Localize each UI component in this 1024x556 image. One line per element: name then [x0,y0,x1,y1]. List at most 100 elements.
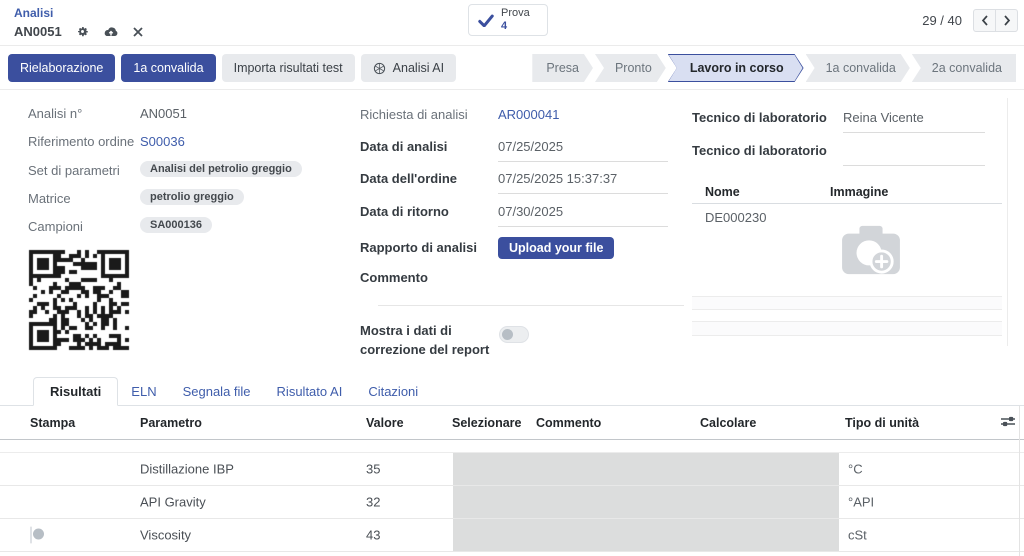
devices-name-header: Nome [705,185,740,199]
devices-empty-row [692,296,1002,310]
tab-eln[interactable]: ELN [118,377,169,405]
status-step-pronto[interactable]: Pronto [595,54,666,82]
value-cell[interactable]: 35 [366,462,380,477]
field-order-date: Data dell'ordine 07/25/2025 15:37:37 [360,171,668,194]
analysis-date-label: Data di analisi [360,139,498,154]
optional-columns-icon[interactable] [1000,414,1016,431]
device-name-cell: DE000230 [705,210,766,225]
table-spacer-row [0,440,1024,453]
header-commento[interactable]: Commento [536,416,601,430]
status-step-1a-convalida[interactable]: 1a convalida [806,54,910,82]
header-tipo-di-unita[interactable]: Tipo di unità [845,416,919,430]
first-validation-button[interactable]: 1a convalida [121,54,215,82]
value-cell[interactable]: 32 [366,495,380,510]
analysis-no-value: AN0051 [140,106,187,121]
field-analysis-request: Richiesta di analisi AR000041 [360,107,559,122]
qr-code [27,248,131,352]
field-analysis-report: Rapporto di analisi Upload your file [360,237,614,259]
analysis-request-link[interactable]: AR000041 [498,107,559,122]
camera-plus-icon[interactable] [840,222,902,281]
upload-file-button[interactable]: Upload your file [498,237,614,259]
field-comment: Commento [360,270,498,285]
check-icon [478,14,494,27]
devices-header-divider [692,203,1002,204]
field-return-date: Data di ritorno 07/30/2025 [360,204,668,227]
samples-label: Campioni [28,217,140,234]
parameter-cell: Distillazione IBP [140,462,234,477]
cloud-upload-icon[interactable] [103,26,119,38]
show-correction-label: Mostra i dati di correzione del report [360,322,492,360]
order-date-label: Data dell'ordine [360,171,498,186]
status-step-lavoro-in-corso[interactable]: Lavoro in corso [668,54,804,82]
tab-risultati[interactable]: Risultati [33,377,118,406]
field-samples: Campioni SA000136 [28,217,212,234]
field-analysis-no: Analisi n° AN0051 [28,106,187,121]
close-icon[interactable] [133,27,143,37]
table-right-border [1019,406,1020,556]
top-bar: Analisi AN0051 Prova 4 [0,0,1024,46]
notebook-tabs: Risultati ELN Segnala file Risultato AI … [0,377,1024,406]
test-stat-button[interactable]: Prova 4 [468,4,548,36]
field-technician-1: Tecnico di laboratorio Reina Vicente [692,110,985,133]
tab-segnala-file[interactable]: Segnala file [170,377,264,405]
rework-button[interactable]: Rielaborazione [8,54,115,82]
ai-analysis-button[interactable]: Analisi AI [361,54,456,82]
return-date-label: Data di ritorno [360,204,498,219]
print-toggle[interactable] [30,527,32,544]
tab-citazioni[interactable]: Citazioni [355,377,431,405]
comment-label: Commento [360,270,498,285]
analysis-report-label: Rapporto di analisi [360,237,498,255]
devices-image-header: Immagine [830,185,888,199]
pager-previous-button[interactable] [973,9,996,32]
value-cell[interactable]: 43 [366,528,380,543]
order-date-input[interactable]: 07/25/2025 15:37:37 [498,171,668,194]
comment-field-underline [378,305,684,306]
field-technician-2: Tecnico di laboratorio [692,143,985,166]
import-test-results-button[interactable]: Importa risultati test [222,54,355,82]
return-date-input[interactable]: 07/30/2025 [498,204,668,227]
technician-1-label: Tecnico di laboratorio [692,110,843,125]
table-row[interactable]: Distillazione IBP 35 °C [0,453,1024,486]
pager-next-button[interactable] [995,9,1018,32]
analysis-date-input[interactable]: 07/25/2025 [498,139,668,162]
order-ref-link[interactable]: S00036 [140,134,185,149]
header-stampa[interactable]: Stampa [30,416,75,430]
header-parametro[interactable]: Parametro [140,416,202,430]
header-selezionare[interactable]: Selezionare [452,416,521,430]
status-step-presa[interactable]: Presa [532,54,593,82]
results-table: Stampa Parametro Valore Selezionare Comm… [0,406,1024,556]
unit-cell: °API [848,495,874,510]
header-valore[interactable]: Valore [366,416,404,430]
table-row[interactable]: API Gravity 32 °API [0,486,1024,519]
header-calcolare[interactable]: Calcolare [700,416,756,430]
field-matrix: Matrice petrolio greggio [28,189,244,206]
show-correction-toggle[interactable] [499,326,529,343]
status-step-active-label: Lavoro in corso [669,55,803,81]
action-toolbar: Rielaborazione 1a convalida Importa risu… [0,47,1024,90]
status-step-2a-convalida[interactable]: 2a convalida [912,54,1016,82]
field-show-correction: Mostra i dati di correzione del report [360,322,529,360]
tab-risultato-ai[interactable]: Risultato AI [264,377,356,405]
gear-icon[interactable] [76,25,89,38]
pager-count: 29 / 40 [922,13,962,28]
statusbar: Presa Pronto Lavoro in corso 1a convalid… [532,54,1016,82]
breadcrumb: Analisi AN0051 [14,4,143,39]
ai-icon [373,62,386,75]
unit-cell: °C [848,462,863,477]
parameter-set-label: Set di parametri [28,161,140,178]
stat-button-label: Prova [501,7,530,20]
technician-2-label: Tecnico di laboratorio [692,143,843,158]
technician-2-input[interactable] [843,143,985,166]
disabled-cells [453,453,839,485]
record-reference: AN0051 [14,24,62,39]
form-right-border [1007,98,1008,346]
field-parameter-set: Set di parametri Analisi del petrolio gr… [28,161,302,178]
analysis-form-view: Analisi AN0051 Prova 4 [0,0,1024,556]
stat-button-value: 4 [501,20,530,33]
breadcrumb-app-link[interactable]: Analisi [14,6,53,20]
technician-1-input[interactable]: Reina Vicente [843,110,985,133]
analysis-request-label: Richiesta di analisi [360,107,498,122]
table-row[interactable]: Viscosity 43 cSt [0,519,1024,552]
disabled-cells [453,519,839,551]
ai-analysis-label: Analisi AI [393,61,444,75]
